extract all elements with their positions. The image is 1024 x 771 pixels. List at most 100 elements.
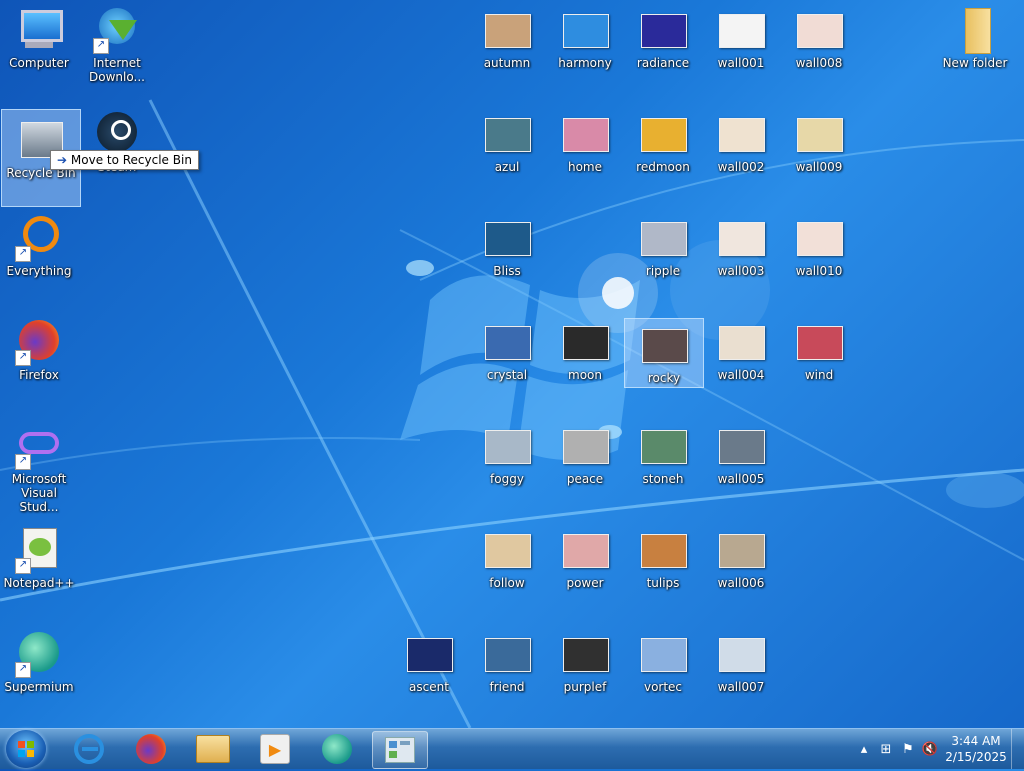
image-file-moon[interactable]: moon <box>546 312 624 408</box>
image-file-wall009[interactable]: wall009 <box>780 104 858 200</box>
taskbar-internet-explorer[interactable] <box>62 731 116 767</box>
image-thumbnail-icon <box>795 214 843 262</box>
image-thumbnail-icon <box>483 6 531 54</box>
icon-label: radiance <box>636 56 690 70</box>
icon-label: moon <box>568 368 602 382</box>
image-file-wall007[interactable]: wall007 <box>702 624 780 720</box>
image-file-tulips[interactable]: tulips <box>624 520 702 616</box>
image-file-wall002[interactable]: wall002 <box>702 104 780 200</box>
image-file-wall001[interactable]: wall001 <box>702 0 780 96</box>
image-file-home[interactable]: home <box>546 104 624 200</box>
desktop-icon-supermium[interactable]: ↗ Supermium <box>0 624 78 720</box>
thumbnail <box>719 118 765 152</box>
image-thumbnail-icon <box>639 6 687 54</box>
icon-label: purplef <box>563 680 607 694</box>
image-file-redmoon[interactable]: redmoon <box>624 104 702 200</box>
thumbnail <box>563 326 609 360</box>
image-file-purplef[interactable]: purplef <box>546 624 624 720</box>
control-panel-icon <box>385 737 415 763</box>
clock-date: 2/15/2025 <box>945 750 1007 764</box>
image-file-wall005[interactable]: wall005 <box>702 416 780 512</box>
icon-label: home <box>567 160 603 174</box>
icon-label: wall006 <box>717 576 765 590</box>
icon-label: New folder <box>942 56 1008 70</box>
action-center-flag-icon[interactable]: ⚑ <box>897 738 919 760</box>
image-file-wall003[interactable]: wall003 <box>702 208 780 304</box>
image-file-foggy[interactable]: foggy <box>468 416 546 512</box>
image-file-azul[interactable]: azul <box>468 104 546 200</box>
image-file-wall006[interactable]: wall006 <box>702 520 780 616</box>
thumbnail <box>485 222 531 256</box>
image-file-follow[interactable]: follow <box>468 520 546 616</box>
chevron-up-icon[interactable]: ▴ <box>853 738 875 760</box>
image-thumbnail-icon <box>561 422 609 470</box>
idm-icon: ↗ <box>93 6 141 54</box>
image-thumbnail-icon <box>483 110 531 158</box>
thumbnail <box>485 118 531 152</box>
taskbar-supermium[interactable] <box>310 731 364 767</box>
image-file-harmony[interactable]: harmony <box>546 0 624 96</box>
icon-label: rocky <box>647 371 681 385</box>
image-file-autumn[interactable]: autumn <box>468 0 546 96</box>
image-thumbnail-icon <box>483 630 531 678</box>
icon-label: Internet Downlo... <box>89 56 145 84</box>
clock[interactable]: 3:44 AM 2/15/2025 <box>941 733 1011 765</box>
desktop-icon-internet-download-manager[interactable]: ↗ Internet Downlo... <box>78 0 156 96</box>
desktop-icon-new-folder[interactable]: New folder <box>936 0 1014 96</box>
image-file-peace[interactable]: peace <box>546 416 624 512</box>
icon-label: vortec <box>643 680 683 694</box>
icon-label: stoneh <box>642 472 684 486</box>
everything-icon: ↗ <box>15 214 63 262</box>
thumbnail <box>641 638 687 672</box>
thumbnail <box>641 534 687 568</box>
start-button[interactable] <box>6 730 46 768</box>
desktop-icon-firefox[interactable]: ↗ Firefox <box>0 312 78 408</box>
image-file-wall010[interactable]: wall010 <box>780 208 858 304</box>
thumbnail <box>641 222 687 256</box>
thumbnail <box>485 430 531 464</box>
thumbnail <box>563 14 609 48</box>
icon-label: wall004 <box>717 368 765 382</box>
image-file-wall008[interactable]: wall008 <box>780 0 858 96</box>
image-file-power[interactable]: power <box>546 520 624 616</box>
desktop-icon-computer[interactable]: Computer <box>0 0 78 96</box>
thumbnail <box>563 638 609 672</box>
image-file-wind[interactable]: wind <box>780 312 858 408</box>
show-desktop-button[interactable] <box>1011 729 1024 769</box>
thumbnail <box>563 118 609 152</box>
thumbnail <box>797 326 843 360</box>
network-icon[interactable]: ⊞ <box>875 738 897 760</box>
image-file-bliss[interactable]: Bliss <box>468 208 546 304</box>
thumbnail <box>407 638 453 672</box>
icon-label: peace <box>566 472 604 486</box>
desktop-icon-visual-studio[interactable]: ↗ Microsoft Visual Stud... <box>0 416 78 514</box>
taskbar-file-explorer[interactable] <box>186 731 240 767</box>
image-file-stoneh[interactable]: stoneh <box>624 416 702 512</box>
image-file-vortec[interactable]: vortec <box>624 624 702 720</box>
volume-muted-icon[interactable]: 🔇 <box>919 738 941 760</box>
image-file-friend[interactable]: friend <box>468 624 546 720</box>
desktop-icon-everything[interactable]: ↗ Everything <box>0 208 78 304</box>
thumbnail <box>719 326 765 360</box>
image-file-rocky[interactable]: rocky <box>624 318 704 388</box>
file-explorer-icon <box>196 735 230 763</box>
taskbar-control-panel[interactable] <box>372 731 428 769</box>
computer-icon <box>15 6 63 54</box>
image-thumbnail-icon <box>405 630 453 678</box>
image-file-radiance[interactable]: radiance <box>624 0 702 96</box>
image-file-wall004[interactable]: wall004 <box>702 312 780 408</box>
visual-studio-icon: ↗ <box>15 422 63 470</box>
icon-label: wall008 <box>795 56 843 70</box>
icon-label: wall003 <box>717 264 765 278</box>
image-file-ripple[interactable]: ripple <box>624 208 702 304</box>
icon-label: friend <box>489 680 525 694</box>
thumbnail <box>797 14 843 48</box>
taskbar-media-player[interactable]: ▶ <box>248 731 302 767</box>
icon-label: foggy <box>490 472 524 486</box>
image-file-crystal[interactable]: crystal <box>468 312 546 408</box>
image-thumbnail-icon <box>717 422 765 470</box>
desktop-icon-notepad-plus-plus[interactable]: ↗ Notepad++ <box>0 520 78 616</box>
taskbar-firefox[interactable] <box>124 731 178 767</box>
image-file-ascent[interactable]: ascent <box>390 624 468 720</box>
icon-label: Microsoft Visual Stud... <box>11 472 67 514</box>
